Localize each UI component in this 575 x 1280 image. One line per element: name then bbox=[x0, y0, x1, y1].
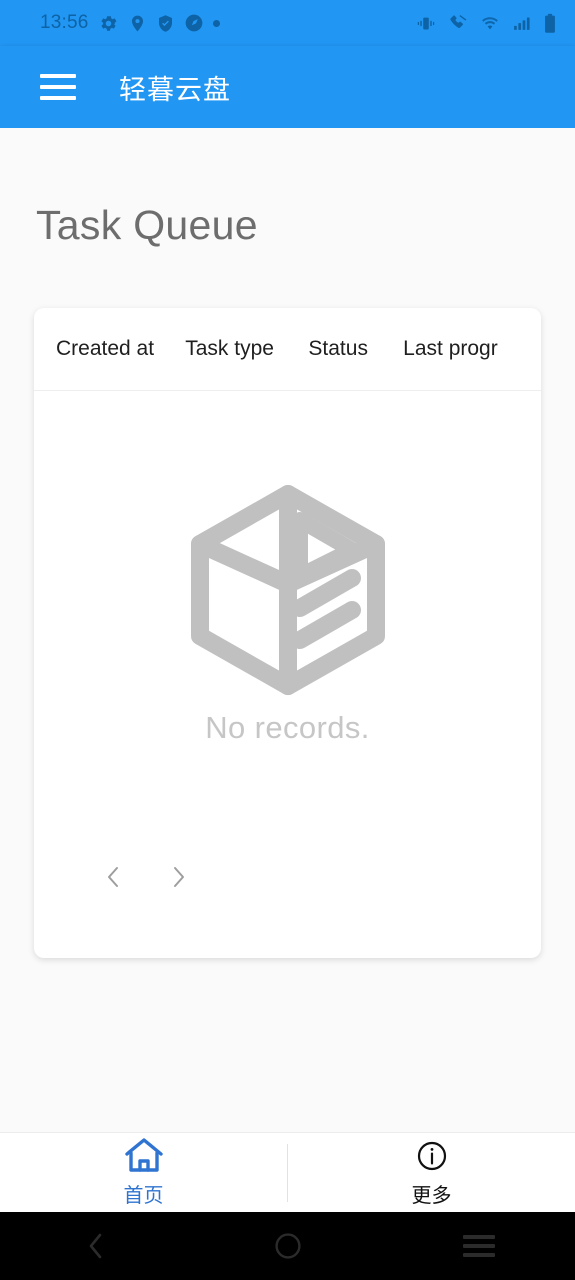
hamburger-menu-icon[interactable] bbox=[40, 74, 76, 100]
system-recents-button[interactable] bbox=[383, 1235, 575, 1257]
empty-box-icon bbox=[190, 484, 385, 695]
pagination bbox=[34, 838, 541, 958]
call-muted-icon bbox=[450, 15, 467, 29]
app-bar: 轻暮云盘 bbox=[0, 46, 575, 128]
empty-state-text: No records. bbox=[205, 709, 370, 745]
tab-home-label: 首页 bbox=[123, 1185, 164, 1207]
page-content: Task Queue Created at Task type Status L… bbox=[0, 128, 575, 1132]
task-queue-card: Created at Task type Status Last progr N… bbox=[34, 308, 541, 958]
vibrate-icon bbox=[417, 17, 435, 29]
status-bar-left: 13:56 bbox=[40, 12, 220, 34]
circle-home-icon bbox=[274, 1233, 301, 1259]
column-header-task-type[interactable]: Task type bbox=[185, 337, 308, 361]
page-title: Task Queue bbox=[36, 202, 258, 248]
tab-more[interactable]: 更多 bbox=[288, 1137, 575, 1208]
bottom-tab-bar: 首页 更多 bbox=[0, 1132, 575, 1212]
column-header-created-at[interactable]: Created at bbox=[56, 337, 185, 361]
system-navigation-bar bbox=[0, 1212, 575, 1280]
tab-more-label: 更多 bbox=[411, 1185, 452, 1207]
gear-icon bbox=[100, 15, 117, 31]
status-bar-right bbox=[415, 13, 557, 34]
column-header-last-progress[interactable]: Last progr bbox=[403, 337, 541, 361]
status-bar-clock: 13:56 bbox=[40, 12, 89, 33]
pagination-prev-button[interactable] bbox=[96, 860, 130, 894]
dot-icon bbox=[212, 19, 220, 27]
wifi-icon bbox=[482, 16, 498, 29]
column-header-status[interactable]: Status bbox=[308, 337, 403, 361]
app-title: 轻暮云盘 bbox=[119, 74, 231, 105]
empty-state: No records. bbox=[34, 391, 541, 838]
battery-icon bbox=[545, 13, 555, 33]
system-back-button[interactable] bbox=[0, 1230, 192, 1262]
phone-screen: 13:56 轻暮云盘 Task Queue Created at Task ty… bbox=[0, 0, 575, 1280]
signal-bars-icon bbox=[514, 16, 530, 30]
speedometer-icon bbox=[185, 14, 202, 32]
table-header-row: Created at Task type Status Last progr bbox=[34, 308, 541, 391]
status-bar: 13:56 bbox=[0, 0, 575, 46]
home-icon bbox=[124, 1138, 163, 1172]
info-circle-icon bbox=[417, 1141, 446, 1171]
tab-home[interactable]: 首页 bbox=[0, 1137, 287, 1208]
pagination-next-button[interactable] bbox=[162, 860, 196, 894]
chevron-right-icon bbox=[174, 867, 184, 887]
shield-check-icon bbox=[158, 14, 172, 32]
chevron-left-icon bbox=[108, 867, 118, 887]
recents-lines-icon bbox=[463, 1235, 496, 1257]
system-home-button[interactable] bbox=[192, 1232, 384, 1260]
chevron-back-icon bbox=[89, 1233, 102, 1259]
location-pin-icon bbox=[131, 15, 143, 31]
